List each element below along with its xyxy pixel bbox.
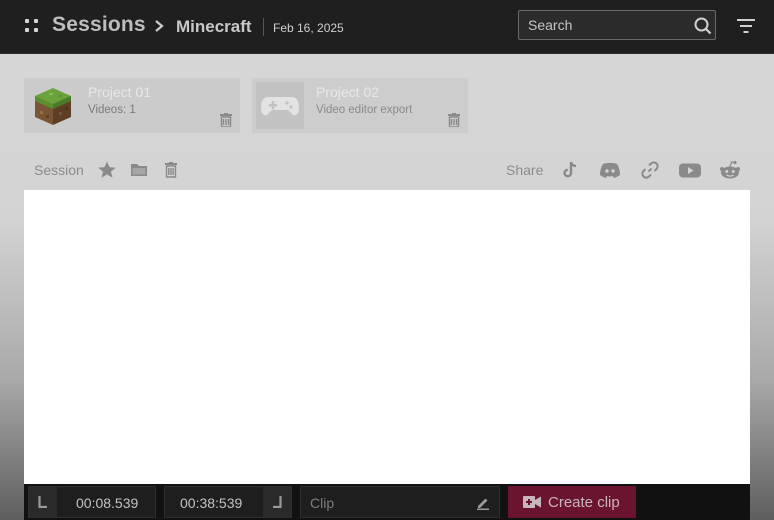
share-label: Share xyxy=(506,162,544,178)
trim-start-icon xyxy=(38,496,47,508)
trim-start-button[interactable] xyxy=(29,487,57,517)
apps-grip-icon[interactable] xyxy=(25,19,39,33)
trash-icon[interactable] xyxy=(161,160,181,180)
create-clip-label: Create clip xyxy=(548,494,620,511)
clip-controls-bar: 00:08.539 00:38:539 Create clip xyxy=(24,484,750,520)
project-thumbnail xyxy=(256,82,304,129)
session-label: Session xyxy=(34,162,84,178)
project-card[interactable]: Project 02 Video editor export xyxy=(252,78,468,133)
youtube-icon[interactable] xyxy=(678,160,702,180)
page-title[interactable]: Sessions xyxy=(52,13,146,37)
trash-icon[interactable] xyxy=(448,113,460,127)
discord-icon[interactable] xyxy=(598,160,622,180)
chevron-right-icon xyxy=(155,20,164,32)
project-card[interactable]: Project 01 Videos: 1 xyxy=(24,78,240,133)
star-icon[interactable] xyxy=(97,160,117,180)
folder-icon[interactable] xyxy=(129,160,149,180)
gamepad-icon xyxy=(261,97,299,116)
breadcrumb-divider xyxy=(263,18,264,36)
trim-end-icon xyxy=(273,496,282,508)
clip-name-field[interactable] xyxy=(300,486,500,518)
link-icon[interactable] xyxy=(640,160,660,180)
reddit-icon[interactable] xyxy=(719,160,741,180)
top-bar: Sessions Minecraft Feb 16, 2025 xyxy=(0,0,774,54)
project-subtitle: Video editor export xyxy=(316,104,413,116)
video-player[interactable] xyxy=(24,190,750,484)
filter-icon[interactable] xyxy=(736,18,756,34)
video-camera-icon xyxy=(523,496,541,508)
end-time-value: 00:38:539 xyxy=(180,495,243,511)
create-clip-button[interactable]: Create clip xyxy=(508,486,636,518)
breadcrumb-game[interactable]: Minecraft xyxy=(176,17,252,37)
session-date: Feb 16, 2025 xyxy=(273,21,344,35)
search-icon[interactable] xyxy=(694,17,712,35)
trash-icon[interactable] xyxy=(220,113,232,127)
project-subtitle: Videos: 1 xyxy=(88,104,136,116)
pencil-icon[interactable] xyxy=(476,496,490,510)
project-title: Project 01 xyxy=(88,84,152,100)
project-title: Project 02 xyxy=(316,84,380,100)
end-time-field[interactable]: 00:38:539 xyxy=(164,486,292,518)
start-time-value: 00:08.539 xyxy=(76,495,139,511)
search-input[interactable] xyxy=(528,16,688,34)
search-box[interactable] xyxy=(518,10,716,40)
clip-name-input[interactable] xyxy=(310,494,460,512)
minecraft-grass-block-icon xyxy=(35,88,71,125)
start-time-field[interactable]: 00:08.539 xyxy=(28,486,156,518)
tiktok-icon[interactable] xyxy=(560,160,580,180)
trim-end-button[interactable] xyxy=(263,487,291,517)
